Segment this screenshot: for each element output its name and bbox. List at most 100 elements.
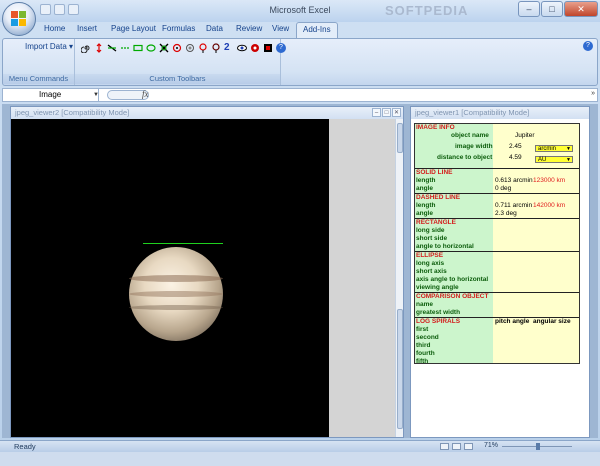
office-button[interactable]	[2, 2, 36, 36]
viewer1-title: jpeg_viewer1 [Compatibility Mode]	[411, 107, 589, 119]
tab-insert[interactable]: Insert	[77, 24, 97, 33]
section-dashed-line: DASHED LINE length 0.711 arcmin 142000 km …	[415, 194, 579, 219]
tab-formulas[interactable]: Formulas	[162, 24, 195, 33]
planet-band	[129, 291, 223, 297]
solid-angle-value: 0 deg	[495, 185, 512, 192]
rotate-icon[interactable]	[172, 43, 182, 53]
workbook-area: jpeg_viewer2 [Compatibility Mode] – □ ✕ jp…	[2, 104, 598, 438]
stop-icon[interactable]	[263, 43, 273, 53]
distance-label: distance to object	[437, 154, 493, 161]
scroll-thumb[interactable]	[397, 123, 403, 153]
close-button[interactable]: ✕	[564, 1, 598, 17]
jpeg-viewer2-window: jpeg_viewer2 [Compatibility Mode] – □ ✕	[10, 106, 404, 438]
marker-red-icon[interactable]	[198, 43, 208, 53]
name-box[interactable]: Image	[3, 89, 99, 101]
distance-value[interactable]: 4.59	[509, 154, 522, 162]
section-comparison: COMPARISON OBJECT name greatest width	[415, 293, 579, 318]
tab-page-layout[interactable]: Page Layout	[111, 24, 156, 33]
section-log-spirals: LOG SPIRALS pitch angle angular size first…	[415, 318, 579, 365]
group-label-menu: Menu Commands	[3, 74, 74, 84]
target-icon[interactable]	[185, 43, 195, 53]
status-bar: Ready 71%	[0, 440, 600, 452]
solid-line-head: SOLID LINE	[416, 169, 453, 176]
ellipse-icon[interactable]	[146, 43, 156, 53]
solid-angle-label: angle	[416, 185, 433, 192]
tab-add-ins[interactable]: Add-Ins	[296, 22, 338, 38]
vertical-arrow-icon[interactable]	[94, 43, 104, 53]
dashed-length-km: 142000 km	[533, 202, 566, 209]
normal-view-button[interactable]	[440, 443, 449, 450]
ribbon-tabs: Home Insert Page Layout Formulas Data Re…	[0, 22, 600, 38]
solid-length-value: 0.613 arcmin	[495, 177, 533, 184]
tab-view[interactable]: View	[272, 24, 289, 33]
marker-dark-icon[interactable]	[211, 43, 221, 53]
watermark: SOFTPEDIA	[385, 3, 469, 18]
ellipse-short-label: short axis	[416, 268, 447, 275]
name-box-dropdown-icon[interactable]: ▼	[93, 92, 99, 98]
ellipse-long-label: long axis	[416, 260, 445, 267]
import-data-button[interactable]: Import Data ▾	[25, 42, 73, 51]
viewer2-close-button[interactable]: ✕	[392, 108, 401, 117]
dashed-length-value: 0.711 arcmin	[495, 202, 533, 209]
solid-measure-line[interactable]	[143, 243, 223, 244]
ribbon-help-icon[interactable]: ?	[583, 41, 593, 51]
minimize-button[interactable]: –	[518, 1, 540, 17]
comparison-head: COMPARISON OBJECT	[416, 293, 489, 300]
page-break-view-button[interactable]	[464, 443, 473, 450]
status-ready: Ready	[14, 442, 36, 451]
insert-function-icon[interactable]: fx	[142, 89, 149, 99]
maximize-button[interactable]: □	[541, 1, 563, 17]
section-image-info: IMAGE INFO object name Jupiter image widt…	[415, 124, 579, 169]
distance-unit-select[interactable]: AU	[535, 156, 573, 163]
spiral-icon[interactable]	[81, 43, 91, 53]
image-width-value[interactable]: 2.45	[509, 143, 522, 151]
sheet-gray-area	[329, 119, 395, 437]
rectangle-icon[interactable]	[133, 43, 143, 53]
comparison-name-label: name	[416, 301, 433, 308]
object-name-value[interactable]: Jupiter	[515, 132, 535, 140]
section-solid-line: SOLID LINE length 0.613 arcmin 123000 km a…	[415, 169, 579, 194]
office-logo-icon	[11, 11, 27, 27]
dashed-length-label: length	[416, 202, 436, 209]
ellipse-axis-angle-label: axis angle to horizontal	[416, 276, 489, 283]
ellipse-viewing-label: viewing angle	[416, 284, 459, 291]
help-icon[interactable]: ?	[276, 43, 286, 53]
rect-long-label: long side	[416, 227, 445, 234]
spiral-first-label: first	[416, 326, 429, 333]
window-controls: – □ ✕	[518, 1, 598, 17]
viewer2-vertical-scrollbar[interactable]	[395, 119, 403, 437]
comparison-width-label: greatest width	[416, 309, 461, 316]
page-layout-view-button[interactable]	[452, 443, 461, 450]
solid-line-icon[interactable]	[107, 43, 117, 53]
clear-icon[interactable]	[159, 43, 169, 53]
log-spirals-head: LOG SPIRALS pitch angle angular size	[416, 318, 571, 325]
zoom-slider-thumb[interactable]	[536, 443, 540, 450]
jupiter-image[interactable]	[11, 119, 329, 437]
rect-short-label: short side	[416, 235, 448, 242]
group-menu-commands: Import Data ▾ Menu Commands	[3, 39, 75, 85]
formula-bar: Image ▼ fx »	[2, 88, 598, 102]
tab-review[interactable]: Review	[236, 24, 262, 33]
wheel-icon[interactable]	[250, 43, 260, 53]
spiral-second-label: second	[416, 334, 439, 341]
spiral-third-label: third	[416, 342, 431, 349]
zoom-level[interactable]: 71%	[484, 442, 498, 449]
viewer2-minimize-button[interactable]: –	[372, 108, 381, 117]
tab-data[interactable]: Data	[206, 24, 223, 33]
ribbon: Import Data ▾ Menu Commands 2 ? Custom T…	[2, 38, 598, 86]
scroll-thumb[interactable]	[397, 309, 403, 429]
excel-window: Microsoft Excel SOFTPEDIA – □ ✕ Home Ins…	[0, 0, 600, 466]
dashed-line-icon[interactable]	[120, 43, 130, 53]
viewer2-restore-button[interactable]: □	[382, 108, 391, 117]
image-info-head: IMAGE INFO	[416, 124, 455, 131]
viewer2-controls: – □ ✕	[372, 108, 401, 117]
number-two-icon[interactable]: 2	[224, 43, 234, 53]
group-custom-toolbars: 2 ? Custom Toolbars	[75, 39, 286, 85]
eye-icon[interactable]	[237, 43, 247, 53]
image-width-unit-select[interactable]: arcmin	[535, 145, 573, 152]
tab-home[interactable]: Home	[44, 24, 65, 33]
spiral-fifth-label: fifth	[416, 358, 429, 365]
rect-angle-label: angle to horizontal	[416, 243, 474, 250]
expand-formula-bar-icon[interactable]: »	[591, 90, 595, 97]
jpeg-viewer1-window: jpeg_viewer1 [Compatibility Mode] IMAGE …	[410, 106, 590, 438]
